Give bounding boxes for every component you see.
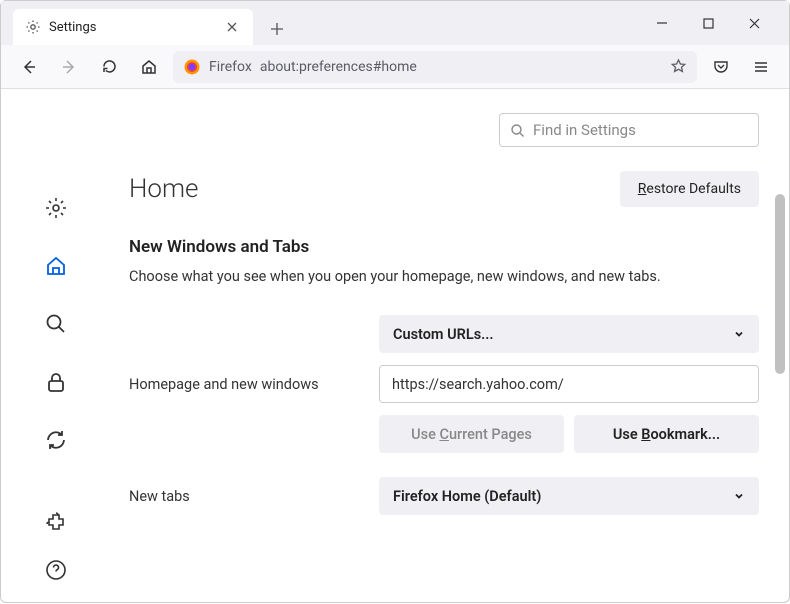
homepage-label: Homepage and new windows — [129, 376, 359, 393]
section-title: New Windows and Tabs — [129, 237, 759, 257]
sidebar-home-icon[interactable] — [42, 252, 70, 280]
search-icon — [510, 123, 525, 138]
sidebar-help-icon[interactable] — [42, 556, 70, 584]
titlebar: Settings — [1, 1, 789, 45]
sidebar-privacy-icon[interactable] — [42, 368, 70, 396]
toolbar: Firefox about:preferences#home — [1, 45, 789, 89]
section-description: Choose what you see when you open your h… — [129, 267, 759, 287]
homepage-url-input[interactable] — [379, 365, 759, 403]
reload-button[interactable] — [93, 51, 125, 83]
restore-defaults-button[interactable]: Restore Defaults — [620, 171, 759, 207]
page-title: Home — [129, 174, 198, 204]
sidebar-extensions-icon[interactable] — [42, 508, 70, 536]
firefox-icon — [183, 58, 201, 76]
tab-title: Settings — [49, 20, 215, 35]
close-window-button[interactable] — [735, 9, 773, 37]
back-button[interactable] — [13, 51, 45, 83]
use-bookmark-button[interactable]: Use Bookmark... — [574, 415, 759, 453]
minimize-button[interactable] — [643, 9, 681, 37]
main-content: Find in Settings Home Restore Defaults N… — [111, 89, 789, 604]
scrollbar-thumb[interactable] — [775, 194, 785, 374]
pocket-button[interactable] — [705, 51, 737, 83]
sidebar-general-icon[interactable] — [42, 194, 70, 222]
address-bar[interactable]: Firefox about:preferences#home — [173, 51, 697, 83]
maximize-button[interactable] — [689, 9, 727, 37]
close-icon[interactable] — [223, 18, 241, 36]
chevron-down-icon — [733, 490, 745, 502]
bookmark-star-icon[interactable] — [670, 58, 687, 75]
new-tab-button[interactable] — [261, 13, 293, 45]
newtabs-dropdown[interactable]: Firefox Home (Default) — [379, 477, 759, 515]
scrollbar[interactable] — [773, 179, 787, 602]
browser-tab[interactable]: Settings — [13, 9, 253, 45]
search-input[interactable]: Find in Settings — [499, 113, 759, 147]
use-current-pages-button[interactable]: Use Current Pages — [379, 415, 564, 453]
forward-button[interactable] — [53, 51, 85, 83]
newtabs-label: New tabs — [129, 488, 359, 505]
menu-button[interactable] — [745, 51, 777, 83]
homepage-mode-dropdown[interactable]: Custom URLs... — [379, 315, 759, 353]
search-placeholder: Find in Settings — [533, 121, 636, 139]
chevron-down-icon — [733, 328, 745, 340]
sidebar-search-icon[interactable] — [42, 310, 70, 338]
gear-icon — [25, 19, 41, 35]
sidebar-sync-icon[interactable] — [42, 426, 70, 454]
sidebar — [1, 89, 111, 604]
addr-url: about:preferences#home — [260, 59, 662, 75]
home-button[interactable] — [133, 51, 165, 83]
addr-label: Firefox — [209, 59, 252, 75]
